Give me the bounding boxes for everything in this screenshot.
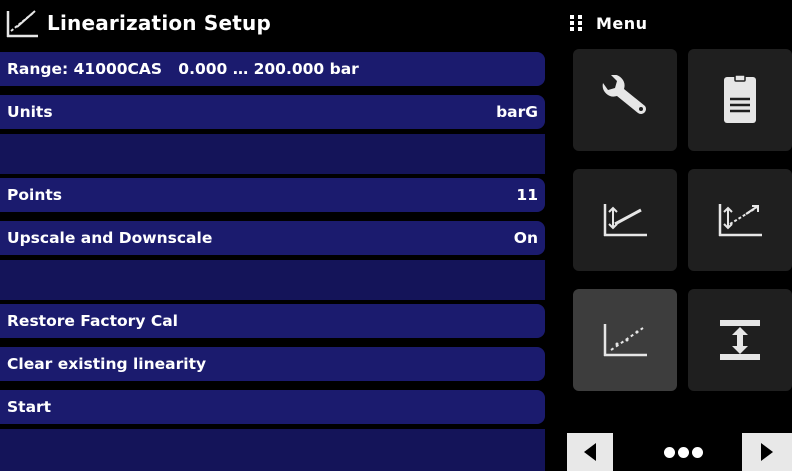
page-title: Linearization Setup <box>47 11 271 35</box>
linearization-icon <box>603 324 647 357</box>
zero-tare-icon <box>720 320 760 360</box>
points-row[interactable]: Points 11 <box>0 178 545 212</box>
restore-factory-cal-row[interactable]: Restore Factory Cal <box>0 304 545 338</box>
row-spacer <box>0 134 545 174</box>
previous-page-button[interactable] <box>567 433 613 471</box>
range-value: 0.000 … 200.000 bar <box>178 60 359 78</box>
points-value: 11 <box>516 186 538 204</box>
zero-tare-tile[interactable] <box>688 289 792 391</box>
menu-header[interactable]: Menu <box>558 0 792 46</box>
linearization-tile[interactable] <box>573 289 677 391</box>
start-label: Start <box>7 398 52 416</box>
units-value: barG <box>496 103 538 121</box>
document-icon <box>724 74 756 123</box>
page-dot <box>677 446 689 458</box>
clear-linearity-row[interactable]: Clear existing linearity <box>0 347 545 381</box>
start-row[interactable]: Start <box>0 390 545 424</box>
linearization-title-icon <box>6 10 38 38</box>
units-row[interactable]: Units barG <box>0 95 545 129</box>
page-indicator <box>653 444 713 460</box>
upscale-downscale-row[interactable]: Upscale and Downscale On <box>0 221 545 255</box>
wrench-icon <box>602 75 646 114</box>
grip-icon <box>570 15 582 31</box>
units-label: Units <box>7 103 53 121</box>
next-page-button[interactable] <box>742 433 792 471</box>
menu-pagination <box>558 432 792 471</box>
page-dot <box>663 446 675 458</box>
document-tile[interactable] <box>688 49 792 151</box>
chevron-right-icon <box>761 443 773 461</box>
title-bar: Linearization Setup <box>0 0 545 46</box>
upscale-downscale-label: Upscale and Downscale <box>7 229 213 247</box>
points-label: Points <box>7 186 62 204</box>
upscale-cal-tile[interactable] <box>573 169 677 271</box>
menu-label: Menu <box>596 13 648 33</box>
range-label: Range: 41000CAS 0.000 … 200.000 bar <box>7 60 359 78</box>
restore-factory-cal-label: Restore Factory Cal <box>7 312 178 330</box>
calibration-upscale-icon <box>603 204 647 237</box>
multipoint-cal-tile[interactable] <box>688 169 792 271</box>
row-spacer <box>0 260 545 300</box>
chevron-left-icon <box>584 443 596 461</box>
range-sensor: Range: 41000CAS <box>7 60 163 78</box>
clear-linearity-label: Clear existing linearity <box>7 355 207 373</box>
range-row: Range: 41000CAS 0.000 … 200.000 bar <box>0 52 545 86</box>
calibration-multipoint-icon <box>718 204 762 237</box>
settings-tile[interactable] <box>573 49 677 151</box>
page-dot <box>691 446 703 458</box>
upscale-downscale-value: On <box>513 229 538 247</box>
row-spacer <box>0 429 545 471</box>
